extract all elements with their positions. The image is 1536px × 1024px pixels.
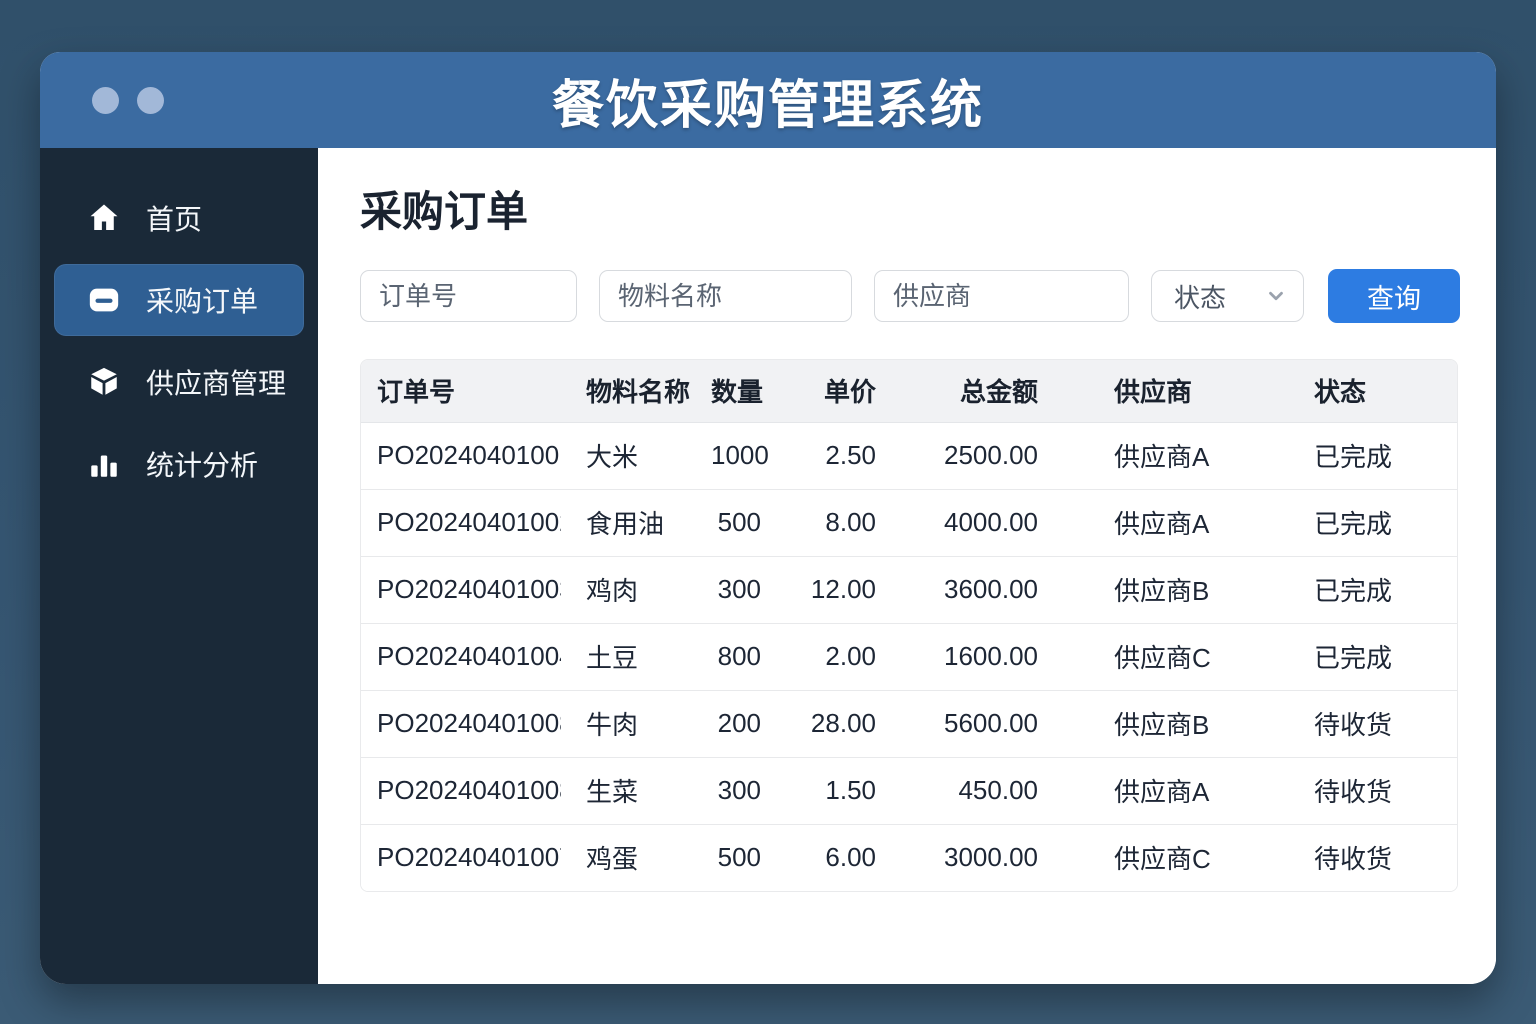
window-dot-icon[interactable] [92,86,119,114]
table-row: PO20240401008 生菜 300 1.50 450.00 供应商A 待收… [361,756,1457,824]
total-cell: 5600.00 [911,689,1071,757]
unit-price-cell: 12.00 [796,555,911,623]
sidebar-item-purchase-orders[interactable]: 采购订单 [54,264,304,336]
bar-chart-icon [86,446,122,482]
filter-bar: 状态 查询 [360,269,1460,323]
item-name-input[interactable] [599,270,852,322]
quantity-cell: 200 [711,689,796,757]
sidebar-item-label: 采购订单 [146,286,259,317]
app-title: 餐饮采购管理系统 [551,76,984,135]
sidebar-item-home[interactable]: 首页 [54,182,304,254]
column-header-total: 总金额 [911,360,1071,423]
order-no-cell: PO20240401002 [361,488,561,556]
order-no-cell: PO20240401007 [361,823,561,891]
sidebar-item-statistics[interactable]: 统计分析 [54,428,304,500]
status-cell: 已完成 [1271,555,1457,623]
quantity-cell: 300 [711,756,796,824]
supplier-cell: 供应商C [1071,622,1271,690]
query-button[interactable]: 查询 [1328,269,1460,323]
item-name-cell: 牛肉 [561,689,711,757]
column-header-item-name: 物料名称 [561,360,711,423]
page-title: 采购订单 [360,188,529,235]
main-content: 采购订单 状态 查询 订单号 [318,148,1496,984]
order-no-cell: PO20240401003 [361,555,561,623]
status-cell: 已完成 [1271,622,1457,690]
table-row: PO20240401004 土豆 800 2.00 1600.00 供应商C 已… [361,622,1457,690]
table-row: PO20240401001 大米 1000 2.50 2500.00 供应商A … [361,422,1457,489]
column-header-supplier: 供应商 [1071,360,1271,423]
quantity-cell: 1000 [711,422,796,489]
order-no-cell: PO20240401008 [361,689,561,757]
total-cell: 3600.00 [911,555,1071,623]
quantity-cell: 500 [711,823,796,891]
orders-table: 订单号 物料名称 数量 单价 总金额 供应商 状态 PO20240401001 [361,360,1457,891]
table-row: PO20240401007 鸡蛋 500 6.00 3000.00 供应商C 待… [361,823,1457,891]
supplier-input[interactable] [874,270,1129,322]
supplier-cell: 供应商B [1071,689,1271,757]
status-cell: 待收货 [1271,756,1457,824]
status-select-label: 状态 [1174,282,1227,313]
column-header-status: 状态 [1271,360,1457,423]
status-cell: 已完成 [1271,488,1457,556]
title-bar: 餐饮采购管理系统 [40,52,1496,148]
table-row: PO20240401002 食用油 500 8.00 4000.00 供应商A … [361,488,1457,556]
sidebar-item-supplier-management[interactable]: 供应商管理 [54,346,304,418]
unit-price-cell: 6.00 [796,823,911,891]
item-name-cell: 生菜 [561,756,711,824]
item-name-cell: 土豆 [561,622,711,690]
column-header-quantity: 数量 [711,360,796,423]
status-cell: 已完成 [1271,422,1457,489]
unit-price-cell: 8.00 [796,488,911,556]
unit-price-cell: 2.00 [796,622,911,690]
home-icon [86,200,122,236]
status-select[interactable]: 状态 [1151,270,1304,322]
total-cell: 3000.00 [911,823,1071,891]
sidebar: 首页 采购订单 供应商管理 统计分析 [40,148,318,984]
total-cell: 450.00 [911,756,1071,824]
column-header-unit-price: 单价 [796,360,911,423]
order-no-cell: PO20240401004 [361,622,561,690]
item-name-cell: 鸡肉 [561,555,711,623]
app-window: 餐饮采购管理系统 首页 采购订单 供应商管理 统计分析 采购订单 订单号 物料名… [40,52,1496,984]
sidebar-item-label: 供应商管理 [146,368,287,399]
order-no-cell: PO20240401001 [361,422,561,489]
sidebar-item-label: 首页 [146,204,203,235]
total-cell: 2500.00 [911,422,1071,489]
table-header-row: 订单号 物料名称 数量 单价 总金额 供应商 状态 [361,360,1457,423]
table-header: 订单号 物料名称 数量 单价 总金额 供应商 状态 [361,360,1457,423]
window-controls [92,52,164,148]
supplier-cell: 供应商A [1071,422,1271,489]
table-row: PO20240401003 鸡肉 300 12.00 3600.00 供应商B … [361,555,1457,623]
total-cell: 1600.00 [911,622,1071,690]
supplier-cell: 供应商B [1071,555,1271,623]
quantity-cell: 300 [711,555,796,623]
order-no-cell: PO20240401008 [361,756,561,824]
item-name-cell: 食用油 [561,488,711,556]
quantity-cell: 800 [711,622,796,690]
order-no-input[interactable] [360,270,577,322]
table-body: PO20240401001 大米 1000 2.50 2500.00 供应商A … [361,422,1457,891]
supplier-cell: 供应商A [1071,488,1271,556]
chevron-down-icon [1265,285,1287,307]
table-row: PO20240401008 牛肉 200 28.00 5600.00 供应商B … [361,689,1457,757]
total-cell: 4000.00 [911,488,1071,556]
unit-price-cell: 1.50 [796,756,911,824]
status-cell: 待收货 [1271,823,1457,891]
supplier-cell: 供应商C [1071,823,1271,891]
item-name-cell: 大米 [561,422,711,489]
item-name-cell: 鸡蛋 [561,823,711,891]
order-list-icon [86,282,122,318]
supplier-cell: 供应商A [1071,756,1271,824]
sidebar-item-label: 统计分析 [146,450,259,481]
status-cell: 待收货 [1271,689,1457,757]
column-header-order-no: 订单号 [361,360,561,423]
cube-icon [86,364,122,400]
unit-price-cell: 2.50 [796,422,911,489]
window-body: 首页 采购订单 供应商管理 统计分析 采购订单 订单号 物料名称 供应商 状态 … [40,148,1496,984]
unit-price-cell: 28.00 [796,689,911,757]
orders-table-container: 订单号 物料名称 数量 单价 总金额 供应商 状态 PO20240401001 [360,359,1458,892]
window-dot-icon[interactable] [137,86,164,114]
quantity-cell: 500 [711,488,796,556]
